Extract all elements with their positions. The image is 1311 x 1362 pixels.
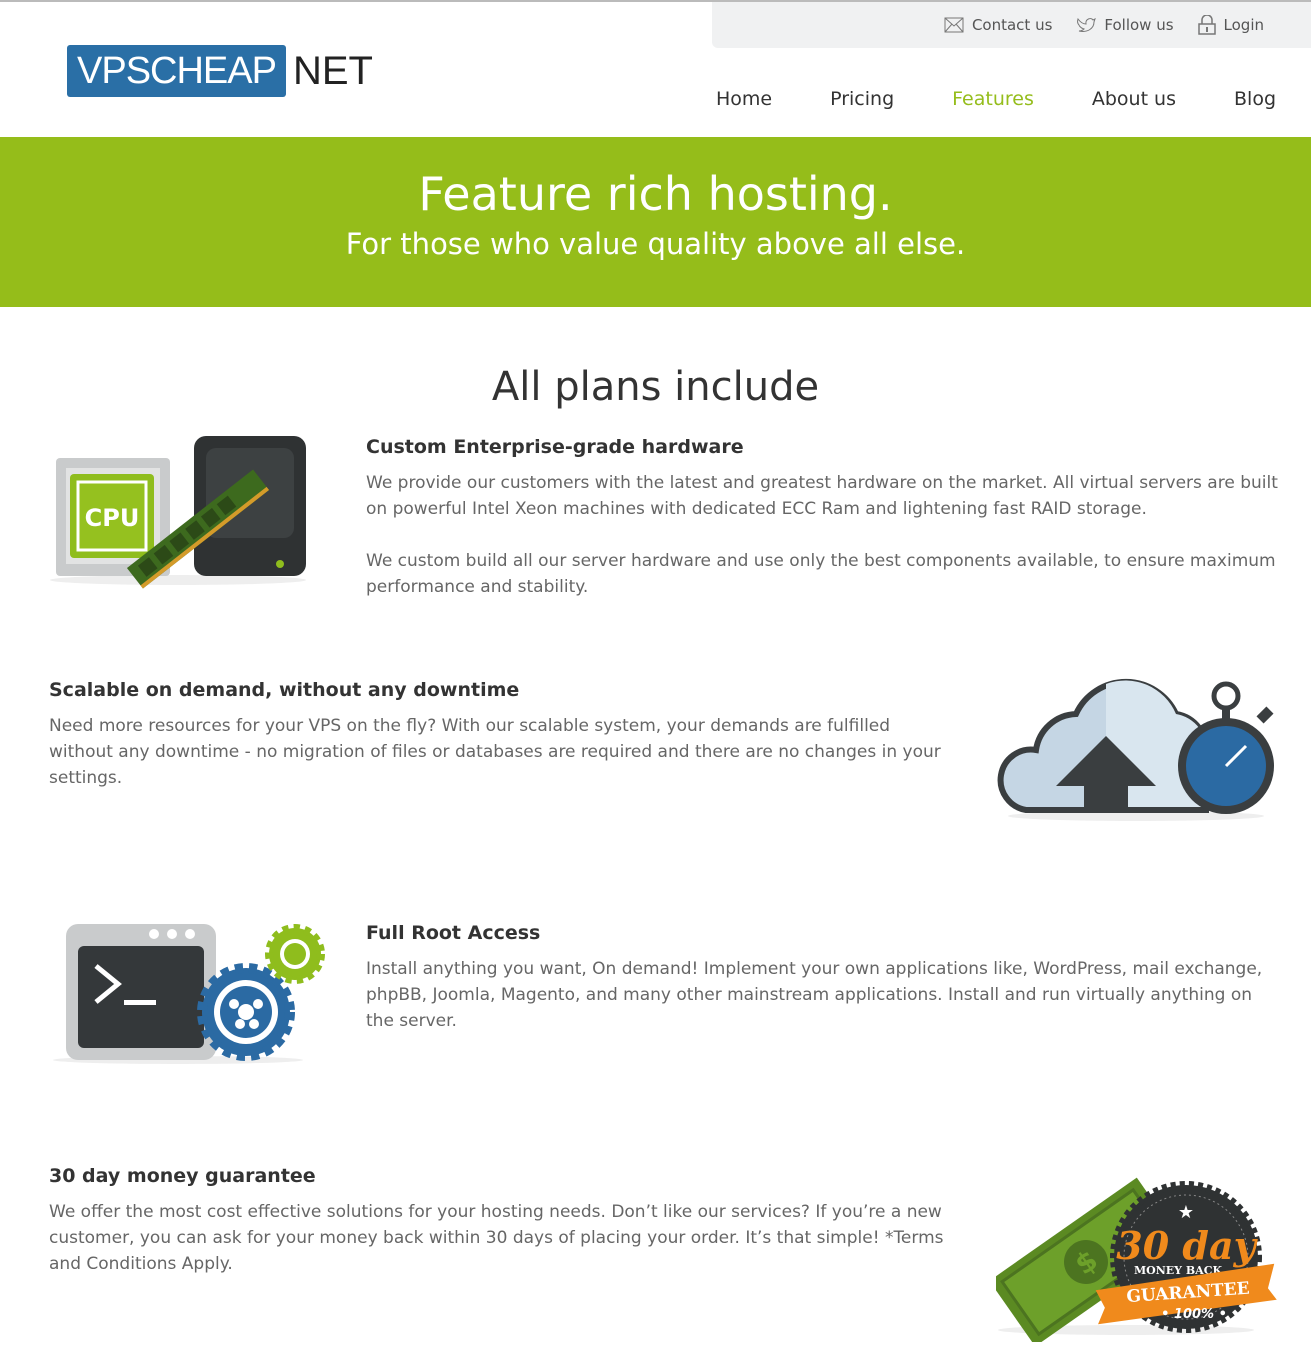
feature-title: 30 day money guarantee: [49, 1165, 316, 1187]
feature-text: We offer the most cost effective solutio…: [49, 1202, 944, 1274]
hero-banner: Feature rich hosting. For those who valu…: [0, 137, 1311, 307]
nav-features[interactable]: Features: [952, 88, 1034, 110]
feature-text: Need more resources for your VPS on the …: [49, 716, 941, 788]
feature-title: Custom Enterprise-grade hardware: [366, 436, 744, 458]
site-logo[interactable]: VPSCHEAP NET: [67, 45, 373, 97]
follow-us-label: Follow us: [1104, 16, 1174, 34]
contact-us-label: Contact us: [971, 16, 1053, 34]
logo-box: VPSCHEAP: [67, 45, 286, 97]
section-title: All plans include: [491, 364, 820, 410]
hero-subtitle: For those who value quality above all el…: [345, 227, 966, 261]
follow-us-link[interactable]: Follow us: [1076, 16, 1174, 34]
cpu-ram-server-icon: CPU: [50, 436, 306, 589]
feature-text: We custom build all our server hardware …: [366, 551, 1276, 597]
feature-money-back: 30 day money guarantee We offer the most…: [49, 1165, 959, 1277]
star-icon: ★: [1178, 1202, 1194, 1223]
feature-text: Install anything you want, On demand! Im…: [366, 959, 1263, 1031]
logo-suffix: NET: [292, 48, 373, 93]
login-label: Login: [1223, 16, 1264, 34]
main-nav: Home Pricing Features About us Blog: [716, 88, 1276, 110]
money-back-badge-icon: $ ★ 30 day MONEY BACK GUARANTEE • 100% •: [996, 1177, 1277, 1342]
twitter-icon: [1077, 17, 1097, 32]
cloud-stopwatch-icon: [997, 678, 1274, 821]
nav-pricing[interactable]: Pricing: [830, 88, 894, 110]
envelope-icon: [944, 17, 964, 33]
login-link[interactable]: Login: [1197, 15, 1264, 35]
hero-title: Feature rich hosting.: [418, 167, 893, 221]
nav-about-us[interactable]: About us: [1092, 88, 1176, 110]
cpu-label: CPU: [85, 504, 140, 532]
top-bar: Contact us Follow us Login: [712, 2, 1311, 48]
feature-text: We provide our customers with the latest…: [366, 473, 1278, 519]
nav-home[interactable]: Home: [716, 88, 772, 110]
feature-title: Full Root Access: [366, 922, 541, 944]
badge-percent: • 100% •: [1161, 1307, 1227, 1322]
contact-us-link[interactable]: Contact us: [944, 16, 1052, 34]
nav-blog[interactable]: Blog: [1234, 88, 1276, 110]
badge-days: 30 day: [1116, 1223, 1258, 1268]
lock-icon: [1197, 15, 1216, 35]
feature-title: Scalable on demand, without any downtime: [49, 679, 520, 701]
feature-hardware: Custom Enterprise-grade hardware We prov…: [366, 436, 1281, 600]
feature-root-access: Full Root Access Install anything you wa…: [366, 922, 1281, 1034]
feature-scalable: Scalable on demand, without any downtime…: [49, 679, 949, 791]
terminal-gears-icon: [53, 924, 325, 1064]
